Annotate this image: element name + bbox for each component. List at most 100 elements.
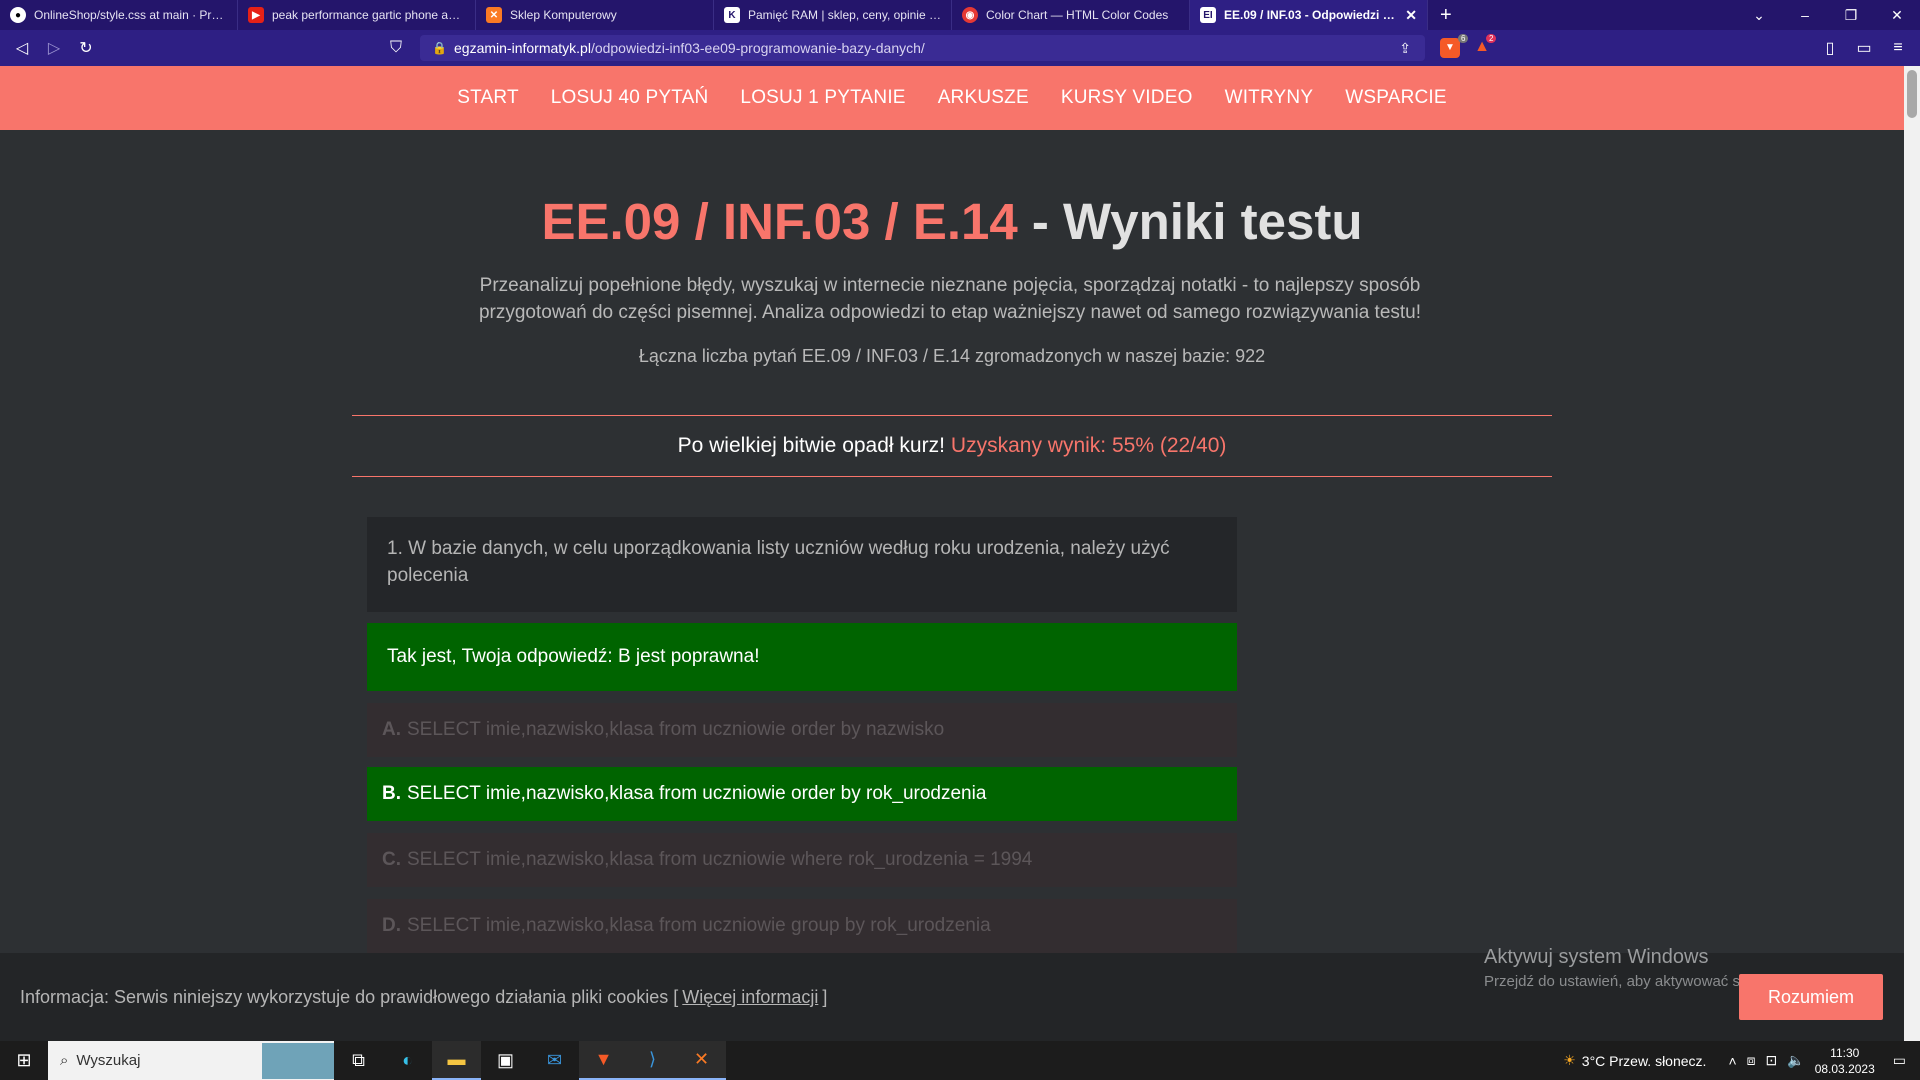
answer-text: SELECT imie,nazwisko,klasa from uczniowi…	[407, 915, 991, 936]
notifications-icon[interactable]: ▭	[1893, 1052, 1906, 1069]
nav-witryny[interactable]: WITRYNY	[1225, 87, 1314, 109]
nav-losuj-40[interactable]: LOSUJ 40 PYTAŃ	[551, 87, 709, 109]
windows-start-icon[interactable]: ⊞	[0, 1050, 48, 1071]
share-icon[interactable]: ⇪	[1399, 40, 1411, 57]
url-domain: egzamin-informatyk.pl	[454, 40, 591, 56]
answer-option-d: D. SELECT imie,nazwisko,klasa from uczni…	[367, 899, 1237, 953]
address-bar: ◁ ▷ ↻ ⛉ 🔒 egzamin-informatyk.pl/odpowied…	[0, 30, 1920, 66]
url-path: /odpowiedzi-inf03-ee09-programowanie-baz…	[590, 40, 925, 56]
browser-tab-bar: ● OnlineShop/style.css at main · Przeme …	[0, 0, 1920, 30]
answer-letter: C.	[382, 849, 401, 870]
answer-letter: B.	[382, 783, 401, 804]
forward-icon[interactable]: ▷	[38, 38, 70, 58]
nav-start[interactable]: START	[457, 87, 519, 109]
clock-date: 08.03.2023	[1814, 1061, 1875, 1076]
clock-time: 11:30	[1830, 1045, 1860, 1060]
answer-option-b: B. SELECT imie,nazwisko,klasa from uczni…	[367, 767, 1237, 821]
page-scrollbar[interactable]	[1904, 66, 1920, 1041]
answer-text: SELECT imie,nazwisko,klasa from uczniowi…	[407, 849, 1033, 870]
reload-icon[interactable]: ↻	[70, 38, 102, 58]
site-navigation: START LOSUJ 40 PYTAŃ LOSUJ 1 PYTANIE ARK…	[0, 66, 1904, 130]
tab-title: EE.09 / INF.03 - Odpowiedzi do te	[1224, 8, 1400, 22]
system-tray: ☀ 3°C Przew. słonecz. ˄ ⧈ ⊡ 🔈 11:30 08.0…	[1563, 1041, 1920, 1080]
k-icon: K	[724, 7, 740, 23]
answer-text: SELECT imie,nazwisko,klasa from uczniowi…	[407, 783, 987, 804]
search-icon: ⌕	[60, 1052, 69, 1069]
new-tab-button[interactable]: +	[1428, 4, 1464, 27]
clock[interactable]: 11:30 08.03.2023	[1815, 1045, 1875, 1077]
vscode-icon[interactable]: ⟩	[628, 1041, 677, 1080]
nav-losuj-1[interactable]: LOSUJ 1 PYTANIE	[740, 87, 905, 109]
mail-icon[interactable]: ✉	[530, 1041, 579, 1080]
main-content: EE.09 / INF.03 / E.14 - Wyniki testu Prz…	[0, 130, 1904, 953]
volume-icon[interactable]: 🔈	[1787, 1052, 1804, 1069]
tab-github[interactable]: ● OnlineShop/style.css at main · Przeme	[0, 0, 238, 30]
microsoft-store-icon[interactable]: ▣	[481, 1041, 530, 1080]
weather-icon: ☀	[1563, 1052, 1576, 1068]
search-highlight-image	[262, 1042, 334, 1079]
edge-icon[interactable]: ◐	[383, 1041, 432, 1080]
answer-option-c: C. SELECT imie,nazwisko,klasa from uczni…	[367, 833, 1237, 887]
wallet-icon[interactable]: ▭	[1848, 38, 1880, 58]
tab-title: Color Chart — HTML Color Codes	[986, 8, 1169, 22]
close-window-icon[interactable]: ✕	[1874, 7, 1920, 24]
xampp-icon: ✕	[486, 7, 502, 23]
page-title-code: EE.09 / INF.03 / E.14	[541, 193, 1018, 250]
minimize-icon[interactable]: –	[1782, 7, 1828, 23]
cookie-accept-button[interactable]: Rozumiem	[1739, 974, 1883, 1020]
total-questions-text: Łączna liczba pytań EE.09 / INF.03 / E.1…	[638, 346, 1266, 366]
intro-text: Przeanalizuj popełnione błędy, wyszukaj …	[478, 275, 1422, 323]
tab-color-chart[interactable]: ◉ Color Chart — HTML Color Codes	[952, 0, 1190, 30]
menu-icon[interactable]: ≡	[1882, 39, 1914, 57]
url-field[interactable]: 🔒 egzamin-informatyk.pl/odpowiedzi-inf03…	[420, 35, 1425, 61]
nav-arkusze[interactable]: ARKUSZE	[938, 87, 1029, 109]
youtube-icon: ▶	[248, 7, 264, 23]
watermark-title: Aktywuj system Windows	[1484, 946, 1709, 968]
meet-now-icon[interactable]: ⧈	[1747, 1052, 1756, 1069]
tab-pamiec-ram[interactable]: K Pamięć RAM | sklep, ceny, opinie - skl…	[714, 0, 952, 30]
taskbar-search-box[interactable]: ⌕ Wyszukaj	[48, 1041, 334, 1080]
result-banner: Po wielkiej bitwie opadł kurz! Uzyskany …	[352, 415, 1552, 477]
cookie-more-info-link[interactable]: Więcej informacji	[682, 987, 818, 1008]
result-message: Po wielkiej bitwie opadł kurz!	[677, 434, 945, 457]
tab-sklep[interactable]: ✕ Sklep Komputerowy	[476, 0, 714, 30]
page-title: EE.09 / INF.03 / E.14 - Wyniki testu	[0, 192, 1904, 251]
file-explorer-icon[interactable]: ▬	[432, 1041, 481, 1080]
tab-youtube[interactable]: ▶ peak performance gartic phone anima	[238, 0, 476, 30]
nav-kursy-video[interactable]: KURSY VIDEO	[1061, 87, 1193, 109]
brave-shields-icon[interactable]: ▼	[1440, 38, 1460, 58]
color-chart-icon: ◉	[962, 7, 978, 23]
answer-text: SELECT imie,nazwisko,klasa from uczniowi…	[407, 719, 945, 740]
restore-icon[interactable]: ❐	[1828, 7, 1874, 24]
close-tab-icon[interactable]: ✕	[1399, 7, 1417, 24]
sidebar-toggle-icon[interactable]: ▯	[1814, 38, 1846, 58]
answer-letter: D.	[382, 915, 401, 936]
weather-text[interactable]: 3°C Przew. słonecz.	[1582, 1053, 1707, 1069]
lock-icon: 🔒	[432, 41, 447, 55]
show-hidden-icons-icon[interactable]: ˄	[1728, 1053, 1736, 1069]
tab-title: Sklep Komputerowy	[510, 8, 617, 22]
github-icon: ●	[10, 7, 26, 23]
answer-letter: A.	[382, 719, 401, 740]
xampp-icon[interactable]: ✕	[677, 1041, 726, 1080]
tab-title: peak performance gartic phone anima	[272, 8, 465, 22]
task-view-icon[interactable]: ⧉	[334, 1041, 383, 1080]
bookmark-icon[interactable]: ⛉	[380, 39, 412, 57]
back-icon[interactable]: ◁	[6, 38, 38, 58]
page-title-text: - Wyniki testu	[1017, 193, 1363, 250]
tab-title: OnlineShop/style.css at main · Przeme	[34, 8, 227, 22]
ei-icon: EI	[1200, 7, 1216, 23]
brave-browser-icon[interactable]: ▼	[579, 1041, 628, 1080]
result-score: Uzyskany wynik: 55% (22/40)	[950, 434, 1227, 457]
taskbar-search-placeholder: Wyszukaj	[76, 1052, 141, 1069]
answer-option-a: A. SELECT imie,nazwisko,klasa from uczni…	[367, 703, 1237, 757]
scrollbar-thumb[interactable]	[1907, 70, 1917, 118]
cookie-text: Informacja: Serwis niniejszy wykorzystuj…	[20, 986, 679, 1007]
alert-count-badge: 2	[1486, 34, 1497, 43]
network-icon[interactable]: ⊡	[1766, 1052, 1778, 1069]
nav-wsparcie[interactable]: WSPARCIE	[1345, 87, 1447, 109]
answer-feedback: Tak jest, Twoja odpowiedź: B jest popraw…	[367, 623, 1237, 691]
tab-title: Pamięć RAM | sklep, ceny, opinie - sklo	[748, 8, 941, 22]
tab-egzamin-active[interactable]: EI EE.09 / INF.03 - Odpowiedzi do te ✕	[1190, 0, 1428, 30]
tab-search-icon[interactable]: ⌄	[1736, 7, 1782, 24]
